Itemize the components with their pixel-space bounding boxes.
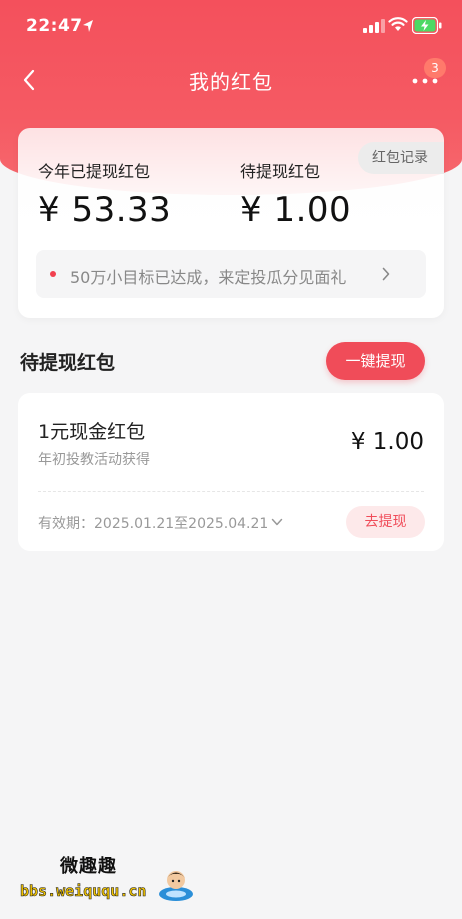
mascot-icon — [159, 871, 193, 901]
red-packet-amount: ¥ 1.00 — [350, 429, 424, 455]
red-packet-source: 年初投教活动获得 — [38, 452, 150, 468]
section-title: 待提现红包 — [20, 352, 116, 374]
signal-icon — [363, 19, 385, 33]
notice-text: 50万小目标已达成，来定投瓜分见面礼 — [70, 268, 347, 287]
summary-card: 红包记录 今年已提现红包 ¥ 53.33 待提现红包 ¥ 1.00 50万小目标… — [18, 128, 444, 318]
location-arrow-icon — [83, 20, 93, 32]
chevron-down-icon[interactable] — [271, 517, 283, 527]
dashed-divider — [38, 491, 424, 492]
watermark: 微趣趣 bbs.weiququ.cn — [10, 842, 206, 912]
battery-charging-icon — [412, 17, 442, 34]
nav-bar: 我的红包 3 — [0, 54, 462, 106]
notification-badge: 3 — [424, 58, 446, 78]
red-packet-record-button[interactable]: 红包记录 — [358, 142, 444, 174]
watermark-name: 微趣趣 — [60, 856, 117, 877]
withdrawn-label: 今年已提现红包 — [38, 162, 151, 181]
pending-value: ¥ 1.00 — [240, 190, 352, 230]
withdrawn-value: ¥ 53.33 — [38, 190, 172, 230]
status-bar: 22:47 — [0, 0, 462, 54]
status-time: 22:47 — [26, 16, 83, 36]
validity-period[interactable]: 有效期：2025.01.21至2025.04.21 — [38, 513, 268, 533]
wifi-icon — [388, 17, 408, 31]
pending-label: 待提现红包 — [240, 162, 321, 181]
watermark-url: bbs.weiququ.cn — [20, 882, 147, 901]
red-packet-card: 1元现金红包 年初投教活动获得 ¥ 1.00 有效期：2025.01.21至20… — [18, 393, 444, 551]
notice-dot-icon — [50, 271, 56, 277]
red-packet-title: 1元现金红包 — [38, 421, 146, 443]
go-withdraw-button[interactable]: 去提现 — [346, 506, 425, 538]
withdraw-all-button[interactable]: 一键提现 — [326, 342, 425, 380]
page-title: 我的红包 — [189, 70, 273, 94]
milestone-notice[interactable]: 50万小目标已达成，来定投瓜分见面礼 — [36, 250, 426, 298]
chevron-right-icon — [382, 267, 390, 281]
